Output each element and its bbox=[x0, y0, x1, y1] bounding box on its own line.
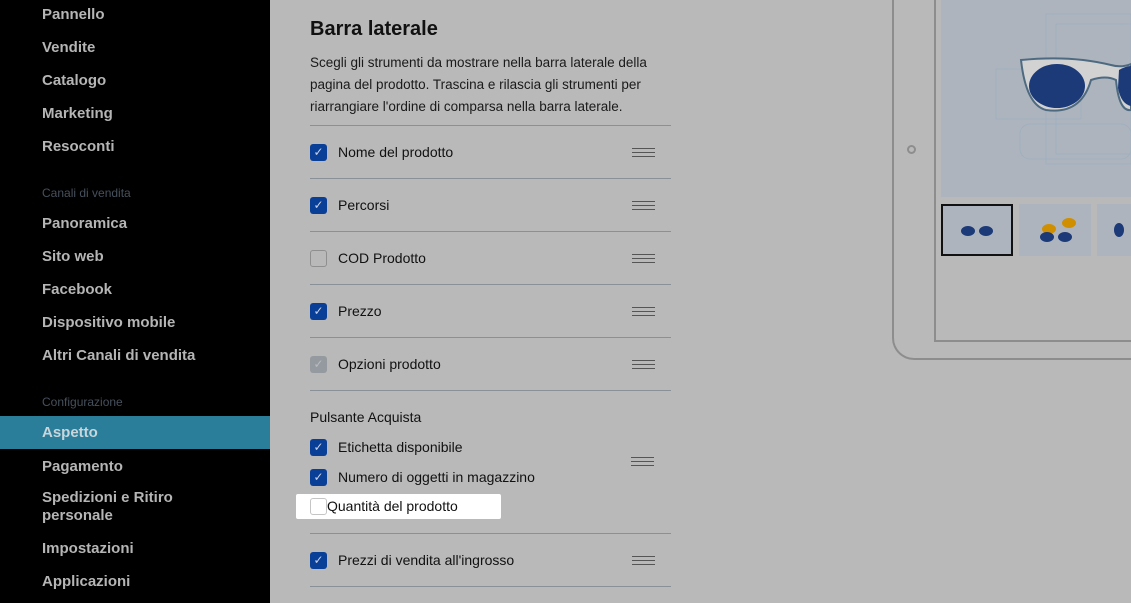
nav-catalogo[interactable]: Catalogo bbox=[0, 72, 270, 89]
nav-altri-canali[interactable]: Altri Canali di vendita bbox=[0, 347, 270, 364]
sunglasses-icon bbox=[995, 13, 1131, 165]
drag-handle-icon[interactable] bbox=[632, 359, 655, 369]
nav-sito-web[interactable]: Sito web bbox=[0, 248, 270, 265]
row-numero-oggetti[interactable]: ✓ Numero di oggetti in magazzino bbox=[310, 467, 671, 487]
nav-pannello[interactable]: Pannello bbox=[0, 6, 270, 23]
row-label: Percorsi bbox=[338, 197, 390, 213]
row-cod-prodotto[interactable]: COD Prodotto bbox=[310, 248, 671, 268]
row-label: Nome del prodotto bbox=[338, 144, 454, 160]
nav-impostazioni[interactable]: Impostazioni bbox=[0, 540, 270, 557]
drag-handle-icon[interactable] bbox=[632, 555, 655, 565]
thumbnail-3[interactable] bbox=[1097, 204, 1131, 256]
thumbnail-1[interactable] bbox=[941, 204, 1013, 256]
section-label-channels: Canali di vendita bbox=[42, 186, 131, 200]
row-label: Prezzo bbox=[338, 303, 382, 319]
group-title: Pulsante Acquista bbox=[310, 409, 422, 425]
row-label: Numero di oggetti in magazzino bbox=[338, 469, 535, 485]
divider bbox=[310, 533, 671, 534]
nav-facebook[interactable]: Facebook bbox=[0, 281, 270, 298]
nav-vendite[interactable]: Vendite bbox=[0, 39, 270, 56]
row-etichetta-disponibile[interactable]: ✓ Etichetta disponibile bbox=[310, 437, 671, 457]
checkbox[interactable]: ✓ bbox=[310, 438, 327, 456]
divider bbox=[310, 284, 671, 285]
nav-panoramica[interactable]: Panoramica bbox=[0, 215, 270, 232]
checkbox[interactable]: ✓ bbox=[310, 143, 327, 161]
row-quantita-prodotto-highlighted[interactable]: Quantità del prodotto bbox=[296, 494, 501, 519]
row-opzioni-prodotto[interactable]: ✓ Opzioni prodotto bbox=[310, 354, 671, 374]
row-prezzo[interactable]: ✓ Prezzo bbox=[310, 301, 671, 321]
row-prezzi-ingrosso[interactable]: ✓ Prezzi di vendita all'ingrosso bbox=[310, 550, 671, 570]
checkbox-disabled: ✓ bbox=[310, 355, 327, 373]
divider bbox=[310, 586, 671, 587]
row-nome-prodotto[interactable]: ✓ Nome del prodotto bbox=[310, 142, 671, 162]
section-label-config: Configurazione bbox=[42, 395, 123, 409]
page-title: Barra laterale bbox=[310, 18, 438, 40]
row-percorsi[interactable]: ✓ Percorsi bbox=[310, 195, 671, 215]
checkbox[interactable] bbox=[310, 249, 327, 267]
nav-aspetto[interactable]: Aspetto bbox=[0, 416, 270, 449]
checkbox[interactable]: ✓ bbox=[310, 468, 327, 486]
checkbox[interactable] bbox=[310, 498, 327, 515]
row-label: COD Prodotto bbox=[338, 250, 426, 266]
product-image bbox=[941, 0, 1131, 197]
row-label: Quantità del prodotto bbox=[327, 498, 458, 514]
checkbox[interactable]: ✓ bbox=[310, 551, 327, 569]
divider bbox=[310, 231, 671, 232]
sidebar: Pannello Vendite Catalogo Marketing Reso… bbox=[0, 0, 270, 603]
tablet-button-icon bbox=[907, 145, 916, 154]
nav-pagamento[interactable]: Pagamento bbox=[0, 458, 270, 475]
drag-handle-icon[interactable] bbox=[632, 147, 655, 157]
checkbox[interactable]: ✓ bbox=[310, 302, 327, 320]
divider bbox=[310, 390, 671, 391]
drag-handle-icon[interactable] bbox=[632, 200, 655, 210]
nav-resoconti[interactable]: Resoconti bbox=[0, 138, 270, 155]
divider bbox=[310, 178, 671, 179]
description: Scegli gli strumenti da mostrare nella b… bbox=[310, 55, 647, 114]
nav-dispositivo-mobile[interactable]: Dispositivo mobile bbox=[0, 314, 270, 331]
nav-spedizioni[interactable]: Spedizioni e Ritiro personale bbox=[0, 489, 200, 525]
drag-handle-icon[interactable] bbox=[632, 253, 655, 263]
row-label: Opzioni prodotto bbox=[338, 356, 441, 372]
thumbnail-2[interactable] bbox=[1019, 204, 1091, 256]
drag-handle-icon[interactable] bbox=[631, 457, 654, 466]
drag-handle-icon[interactable] bbox=[632, 306, 655, 316]
row-label: Etichetta disponibile bbox=[338, 439, 463, 455]
divider bbox=[310, 125, 671, 126]
nav-marketing[interactable]: Marketing bbox=[0, 105, 270, 122]
row-label: Prezzi di vendita all'ingrosso bbox=[338, 552, 515, 568]
divider bbox=[310, 337, 671, 338]
nav-applicazioni[interactable]: Applicazioni bbox=[0, 573, 270, 590]
checkbox[interactable]: ✓ bbox=[310, 196, 327, 214]
